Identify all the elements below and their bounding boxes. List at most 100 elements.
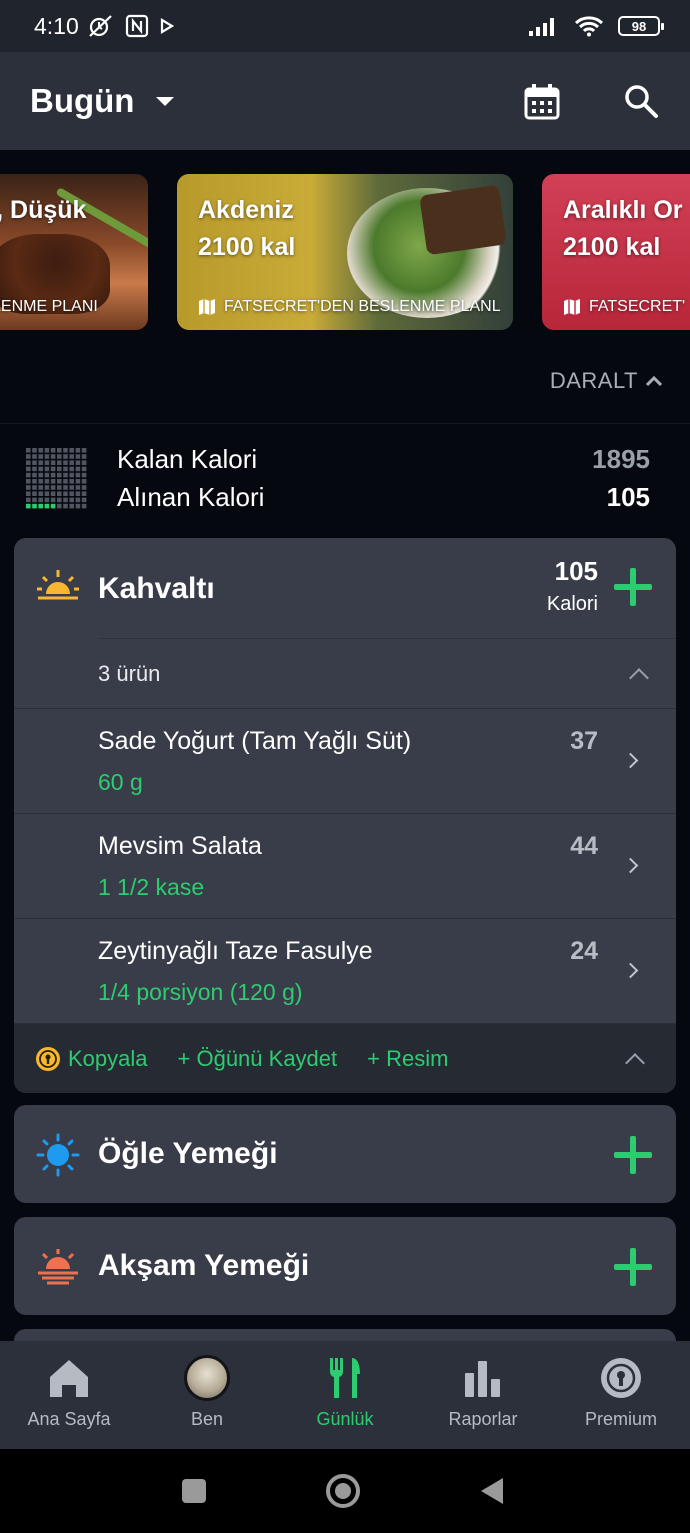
grid-cell xyxy=(75,472,81,478)
plan-card[interactable]: Aralıklı Or 2100 kal FATSECRET' xyxy=(542,174,690,330)
nav-home[interactable]: Ana Sayfa xyxy=(0,1341,138,1449)
add-food-button[interactable] xyxy=(614,1248,652,1286)
grid-cell xyxy=(63,454,68,459)
grid-cell xyxy=(50,485,56,490)
plan-card[interactable]: Akdeniz 2100 kal FATSECRET'DEN BESLENME … xyxy=(177,174,513,330)
grid-cell xyxy=(57,466,62,472)
food-row[interactable]: Mevsim Salata 1 1/2 kase 44 xyxy=(14,813,676,918)
plan-calories: 2100 kal xyxy=(198,233,296,261)
grid-cell xyxy=(63,479,68,484)
search-icon[interactable] xyxy=(622,82,660,120)
meal-plan-carousel[interactable]: ein, Düşük BESLENME PLANI Akdeniz 2100 k… xyxy=(0,150,690,360)
grid-cell xyxy=(26,460,31,465)
chevron-up-icon[interactable] xyxy=(629,668,649,688)
back-icon[interactable] xyxy=(477,1475,507,1507)
grid-cell xyxy=(57,497,62,503)
meal-actions: Kopyala + Öğünü Kaydet + Resim xyxy=(14,1023,676,1093)
remaining-calories-label: Kalan Kalori xyxy=(117,444,258,474)
meal-calories: 105 Kalori xyxy=(547,556,598,616)
collapse-button[interactable]: DARALT xyxy=(550,368,662,394)
grid-cell xyxy=(75,485,81,490)
grid-cell xyxy=(38,454,43,459)
copy-label: Kopyala xyxy=(68,1045,148,1071)
grid-cell xyxy=(69,448,74,453)
add-food-button[interactable] xyxy=(614,568,652,606)
grid-cell xyxy=(38,497,43,503)
grid-cell xyxy=(50,472,56,478)
lunch-card[interactable]: Öğle Yemeği xyxy=(14,1105,676,1203)
dinner-card[interactable]: Akşam Yemeği xyxy=(14,1217,676,1315)
premium-badge-icon xyxy=(601,1358,641,1398)
breakfast-header[interactable]: Kahvaltı 105 Kalori xyxy=(14,538,676,638)
signal-icon xyxy=(529,18,554,36)
grid-cell xyxy=(26,454,31,459)
grid-cell xyxy=(81,472,87,478)
grid-cell xyxy=(44,491,50,496)
calorie-summary[interactable]: Kalan Kalori 1895 Alınan Kalori 105 xyxy=(0,423,690,523)
add-food-button[interactable] xyxy=(614,1136,652,1174)
bottom-navigation: Ana Sayfa Ben Günlük Raporlar Premium xyxy=(0,1341,690,1449)
grid-cell xyxy=(81,503,87,509)
date-selector-title[interactable]: Bugün xyxy=(30,82,134,120)
dinner-header[interactable]: Akşam Yemeği xyxy=(14,1217,676,1315)
item-count: 3 ürün xyxy=(98,661,161,686)
grid-cell xyxy=(26,466,31,472)
calorie-grid-icon xyxy=(26,448,87,509)
app-bar: Bugün xyxy=(0,52,690,150)
grid-cell xyxy=(81,497,87,503)
collapse-label: DARALT xyxy=(549,368,638,393)
meal-name: Öğle Yemeği xyxy=(98,1137,278,1170)
grid-cell xyxy=(81,448,87,453)
grid-cell xyxy=(81,485,87,490)
grid-cell xyxy=(81,466,87,472)
consumed-calories-label: Alınan Kalori xyxy=(117,482,265,512)
grid-cell xyxy=(75,479,81,484)
nfc-icon xyxy=(125,14,148,38)
nav-reports[interactable]: Raporlar xyxy=(414,1341,552,1449)
meal-name: Kahvaltı xyxy=(98,572,215,605)
grid-cell xyxy=(69,485,74,490)
grid-cell xyxy=(63,472,68,478)
food-row[interactable]: Zeytinyağlı Taze Fasulye 1/4 porsiyon (1… xyxy=(14,918,676,1023)
grid-cell xyxy=(57,491,62,496)
recents-icon[interactable] xyxy=(180,1477,208,1505)
premium-lock-icon xyxy=(36,1046,60,1071)
battery-indicator: 98 xyxy=(618,16,664,36)
grid-cell xyxy=(26,448,31,453)
grid-cell xyxy=(57,448,62,453)
consumed-calories-value: 105 xyxy=(606,482,650,512)
grid-cell xyxy=(81,491,87,496)
nav-premium[interactable]: Premium xyxy=(552,1341,690,1449)
home-button-icon[interactable] xyxy=(324,1472,362,1510)
lunch-header[interactable]: Öğle Yemeği xyxy=(14,1105,676,1203)
nav-diary[interactable]: Günlük xyxy=(276,1341,414,1449)
grid-cell xyxy=(44,485,50,490)
grid-cell xyxy=(44,466,50,472)
grid-cell xyxy=(50,448,56,453)
copy-button[interactable]: Kopyala xyxy=(34,1045,148,1073)
map-icon xyxy=(199,299,215,315)
food-name: Zeytinyağlı Taze Fasulye xyxy=(98,937,373,965)
bread-image xyxy=(419,184,507,256)
grid-cell xyxy=(81,454,87,459)
caret-down-icon[interactable] xyxy=(156,96,175,106)
grid-cell xyxy=(81,479,87,484)
plan-title: ein, Düşük xyxy=(0,196,87,224)
nav-me[interactable]: Ben xyxy=(138,1341,276,1449)
item-count-row[interactable]: 3 ürün xyxy=(98,638,676,708)
meal-name: Akşam Yemeği xyxy=(98,1249,310,1282)
save-meal-button[interactable]: + Öğünü Kaydet xyxy=(178,1046,338,1072)
food-portion: 1 1/2 kase xyxy=(98,874,205,900)
plan-subtitle-text: BESLENME PLANI xyxy=(0,298,98,315)
status-bar: 4:10 98 xyxy=(0,0,690,52)
plan-title: Aralıklı Or xyxy=(563,196,683,224)
add-photo-button[interactable]: + Resim xyxy=(367,1046,448,1072)
chevron-up-icon[interactable] xyxy=(625,1053,645,1073)
grid-cell xyxy=(63,448,68,453)
map-icon xyxy=(564,299,580,315)
calendar-icon[interactable] xyxy=(522,82,562,122)
wifi-icon xyxy=(574,16,604,37)
plan-card[interactable]: ein, Düşük BESLENME PLANI xyxy=(0,174,148,330)
food-calories: 24 xyxy=(570,937,598,965)
food-row[interactable]: Sade Yoğurt (Tam Yağlı Süt) 60 g 37 xyxy=(14,708,676,813)
